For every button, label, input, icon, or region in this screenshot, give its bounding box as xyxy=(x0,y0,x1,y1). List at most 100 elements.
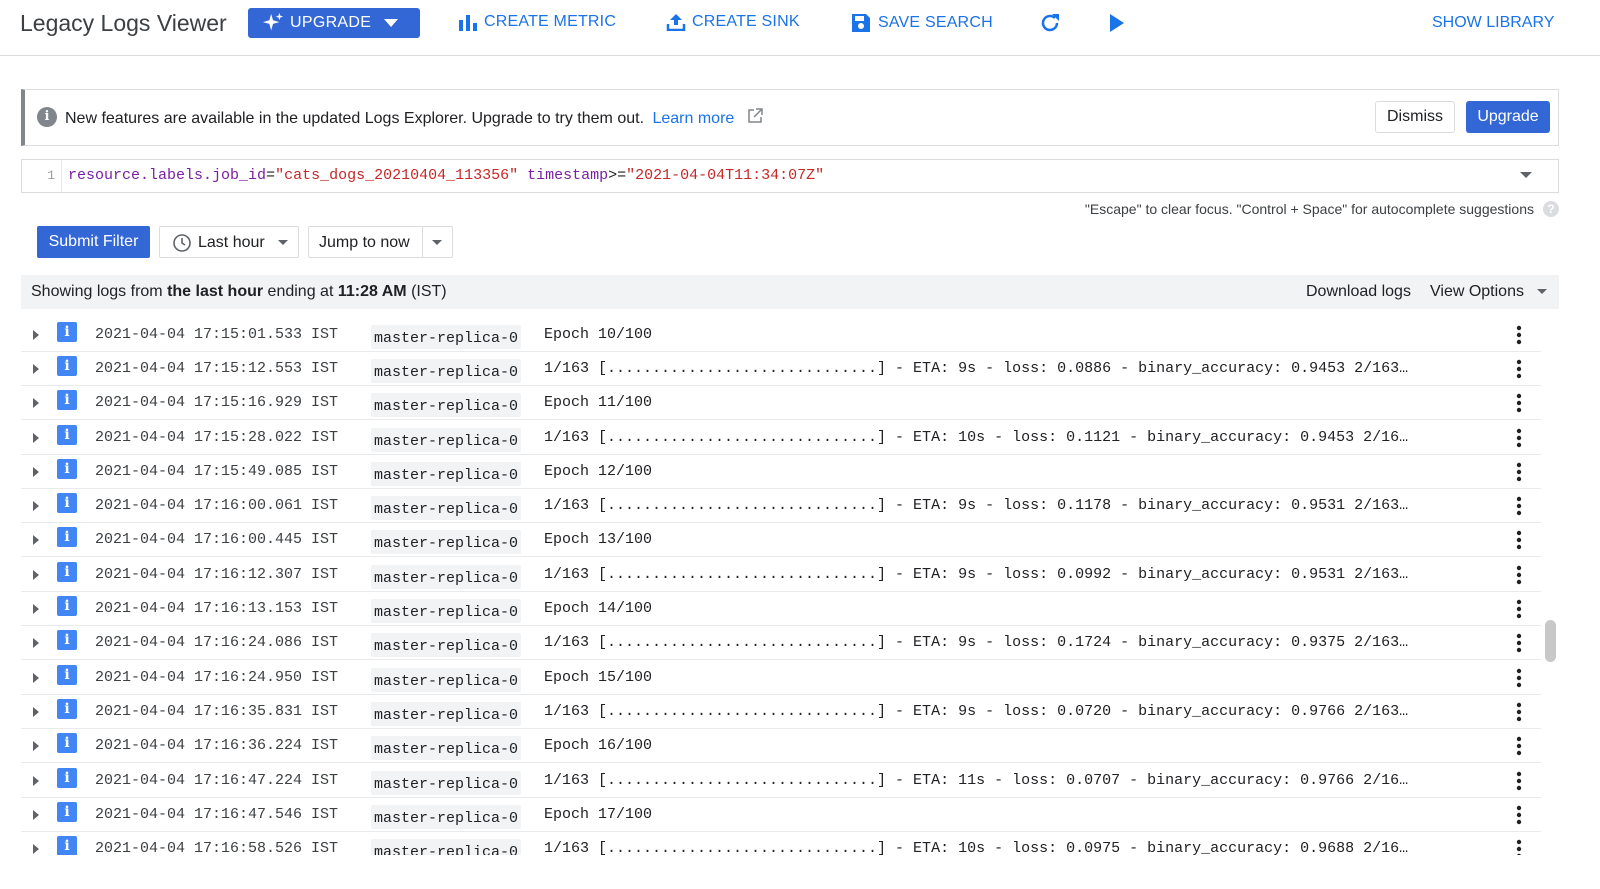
log-source-chip[interactable]: master-replica-0 xyxy=(371,702,522,726)
info-severity-icon: i xyxy=(57,322,77,342)
learn-more-link[interactable]: Learn more xyxy=(652,110,734,127)
log-source-chip[interactable]: master-replica-0 xyxy=(371,325,522,349)
expand-arrow-icon[interactable] xyxy=(33,570,39,580)
expand-arrow-icon[interactable] xyxy=(33,776,39,786)
more-vert-icon[interactable] xyxy=(1511,392,1527,414)
log-source-chip[interactable]: master-replica-0 xyxy=(371,359,522,383)
log-row[interactable]: i 2021-04-04 17:15:49.085 IST master-repli… xyxy=(21,455,1541,489)
expand-arrow-icon[interactable] xyxy=(33,364,39,374)
expand-arrow-icon[interactable] xyxy=(33,638,39,648)
chevron-down-icon[interactable] xyxy=(1537,289,1547,294)
log-row[interactable]: i 2021-04-04 17:15:01.533 IST master-repli… xyxy=(21,318,1541,352)
log-timestamp: 2021-04-04 17:16:47.546 IST xyxy=(95,806,339,823)
log-source-chip[interactable]: master-replica-0 xyxy=(371,668,522,692)
log-row[interactable]: i 2021-04-04 17:16:36.224 IST master-repli… xyxy=(21,729,1541,763)
expand-arrow-icon[interactable] xyxy=(33,398,39,408)
expand-arrow-icon[interactable] xyxy=(33,501,39,511)
scrollbar-thumb[interactable] xyxy=(1545,620,1556,662)
chevron-down-icon xyxy=(278,240,288,245)
log-row[interactable]: i 2021-04-04 17:16:58.526 IST master-repli… xyxy=(21,832,1541,855)
log-source-chip[interactable]: master-replica-0 xyxy=(371,736,522,760)
log-row[interactable]: i 2021-04-04 17:15:16.929 IST master-repli… xyxy=(21,386,1541,420)
log-row[interactable]: i 2021-04-04 17:16:35.831 IST master-repli… xyxy=(21,695,1541,729)
log-source-chip[interactable]: master-replica-0 xyxy=(371,805,522,829)
view-options-button[interactable]: View Options xyxy=(1430,283,1524,301)
expand-arrow-icon[interactable] xyxy=(33,330,39,340)
log-timestamp: 2021-04-04 17:16:24.086 IST xyxy=(95,634,339,651)
log-row[interactable]: i 2021-04-04 17:16:47.546 IST master-repli… xyxy=(21,798,1541,832)
more-vert-icon[interactable] xyxy=(1511,324,1527,346)
more-vert-icon[interactable] xyxy=(1511,564,1527,586)
status-range: the last hour xyxy=(167,283,264,300)
banner-upgrade-button[interactable]: Upgrade xyxy=(1466,101,1550,133)
more-vert-icon[interactable] xyxy=(1511,838,1527,855)
time-range-selector[interactable]: Last hour xyxy=(159,226,299,258)
expand-arrow-icon[interactable] xyxy=(33,433,39,443)
banner-text: New features are available in the update… xyxy=(65,110,645,127)
log-row[interactable]: i 2021-04-04 17:15:28.022 IST master-repli… xyxy=(21,421,1541,455)
expand-arrow-icon[interactable] xyxy=(33,844,39,854)
expand-arrow-icon[interactable] xyxy=(33,741,39,751)
jump-to-now-control[interactable]: Jump to now xyxy=(308,226,453,258)
log-row[interactable]: i 2021-04-04 17:16:12.307 IST master-repli… xyxy=(21,558,1541,592)
log-source-chip[interactable]: master-replica-0 xyxy=(371,428,522,452)
log-timestamp: 2021-04-04 17:15:49.085 IST xyxy=(95,463,339,480)
dismiss-button[interactable]: Dismiss xyxy=(1375,101,1455,133)
refresh-icon[interactable] xyxy=(1038,11,1062,35)
create-sink-button[interactable]: CREATE SINK xyxy=(666,13,800,31)
log-source-chip[interactable]: master-replica-0 xyxy=(371,393,522,417)
more-vert-icon[interactable] xyxy=(1511,667,1527,689)
log-source-chip[interactable]: master-replica-0 xyxy=(371,839,522,855)
expand-arrow-icon[interactable] xyxy=(33,707,39,717)
log-message: 1/163 [..............................] -… xyxy=(544,360,1409,377)
more-vert-icon[interactable] xyxy=(1511,495,1527,517)
log-row[interactable]: i 2021-04-04 17:16:00.061 IST master-repli… xyxy=(21,489,1541,523)
upgrade-menu-button[interactable]: UPGRADE xyxy=(248,8,420,38)
create-metric-button[interactable]: CREATE METRIC xyxy=(458,13,616,31)
log-timestamp: 2021-04-04 17:16:00.445 IST xyxy=(95,531,339,548)
query-dropdown-icon[interactable] xyxy=(1520,172,1532,178)
query-editor[interactable]: 1 resource.labels.job_id="cats_dogs_2021… xyxy=(21,159,1559,193)
log-source-chip[interactable]: master-replica-0 xyxy=(371,462,522,486)
log-source-chip[interactable]: master-replica-0 xyxy=(371,633,522,657)
show-library-button[interactable]: SHOW LIBRARY xyxy=(1432,14,1554,32)
log-row[interactable]: i 2021-04-04 17:15:12.553 IST master-repli… xyxy=(21,352,1541,386)
more-vert-icon[interactable] xyxy=(1511,701,1527,723)
expand-arrow-icon[interactable] xyxy=(33,467,39,477)
log-source-chip[interactable]: master-replica-0 xyxy=(371,599,522,623)
play-icon[interactable] xyxy=(1108,13,1126,33)
log-source-chip[interactable]: master-replica-0 xyxy=(371,565,522,589)
expand-arrow-icon[interactable] xyxy=(33,673,39,683)
help-icon[interactable]: ? xyxy=(1543,201,1559,217)
external-link-icon[interactable] xyxy=(747,108,763,124)
more-vert-icon[interactable] xyxy=(1511,427,1527,449)
more-vert-icon[interactable] xyxy=(1511,529,1527,551)
log-timestamp: 2021-04-04 17:15:12.553 IST xyxy=(95,360,339,377)
more-vert-icon[interactable] xyxy=(1511,735,1527,757)
more-vert-icon[interactable] xyxy=(1511,632,1527,654)
more-vert-icon[interactable] xyxy=(1511,804,1527,826)
log-row[interactable]: i 2021-04-04 17:16:13.153 IST master-repli… xyxy=(21,592,1541,626)
submit-filter-button[interactable]: Submit Filter xyxy=(37,226,150,258)
expand-arrow-icon[interactable] xyxy=(33,535,39,545)
more-vert-icon[interactable] xyxy=(1511,598,1527,620)
more-vert-icon[interactable] xyxy=(1511,358,1527,380)
log-source-chip[interactable]: master-replica-0 xyxy=(371,771,522,795)
log-row[interactable]: i 2021-04-04 17:16:24.086 IST master-repli… xyxy=(21,626,1541,660)
more-vert-icon[interactable] xyxy=(1511,461,1527,483)
info-severity-icon: i xyxy=(57,802,77,822)
query-text[interactable]: resource.labels.job_id="cats_dogs_202104… xyxy=(68,160,824,192)
log-source-chip[interactable]: master-replica-0 xyxy=(371,496,522,520)
log-row[interactable]: i 2021-04-04 17:16:47.224 IST master-repli… xyxy=(21,764,1541,798)
info-severity-icon: i xyxy=(57,425,77,445)
jump-to-now-button[interactable]: Jump to now xyxy=(319,234,410,252)
save-search-button[interactable]: SAVE SEARCH xyxy=(850,13,993,33)
log-row[interactable]: i 2021-04-04 17:16:00.445 IST master-repli… xyxy=(21,523,1541,557)
log-source-chip[interactable]: master-replica-0 xyxy=(371,530,522,554)
expand-arrow-icon[interactable] xyxy=(33,810,39,820)
more-vert-icon[interactable] xyxy=(1511,770,1527,792)
expand-arrow-icon[interactable] xyxy=(33,604,39,614)
download-logs-button[interactable]: Download logs xyxy=(1306,283,1411,301)
log-row[interactable]: i 2021-04-04 17:16:24.950 IST master-repli… xyxy=(21,661,1541,695)
chevron-down-icon[interactable] xyxy=(432,240,442,245)
